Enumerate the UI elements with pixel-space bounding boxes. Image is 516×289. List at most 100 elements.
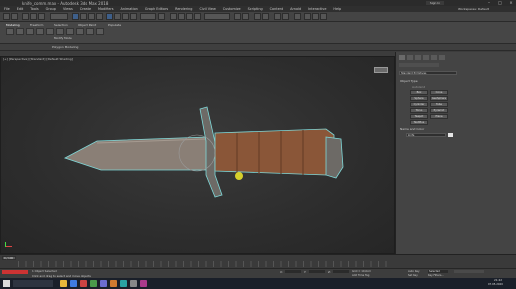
- menu-content[interactable]: Content: [270, 7, 284, 11]
- tab-freeform[interactable]: Freeform: [30, 23, 43, 27]
- ribbon-tool-8-icon[interactable]: [76, 28, 84, 35]
- menu-graph-editors[interactable]: Graph Editors: [145, 7, 168, 11]
- add-time-tag[interactable]: Add Time Tag: [352, 274, 369, 277]
- perspective-viewport[interactable]: [+] [Perspective] [Standard] [Default Sh…: [0, 56, 395, 254]
- ribbon-tool-7-icon[interactable]: [66, 28, 74, 35]
- object-color-swatch[interactable]: [448, 133, 453, 137]
- tab-object-paint[interactable]: Object Paint: [78, 23, 96, 27]
- ribbon-tool-4-icon[interactable]: [36, 28, 44, 35]
- select-object-icon[interactable]: [72, 13, 79, 20]
- rect-selection-icon[interactable]: [88, 13, 95, 20]
- create-tab-icon[interactable]: [399, 55, 405, 60]
- mirror-icon[interactable]: [234, 13, 241, 20]
- schematic-view-icon[interactable]: [282, 13, 289, 20]
- x-coord-field[interactable]: [285, 270, 301, 273]
- key-mode-dropdown[interactable]: Selected: [428, 270, 448, 273]
- explorer-taskbar-icon[interactable]: [60, 280, 67, 287]
- workspace-label[interactable]: Workspaces: Default: [458, 7, 489, 11]
- place-icon[interactable]: [130, 13, 137, 20]
- knife-model[interactable]: [1, 57, 396, 255]
- curve-editor-icon[interactable]: [274, 13, 281, 20]
- select-by-name-icon[interactable]: [80, 13, 87, 20]
- tab-modeling[interactable]: Modeling: [6, 23, 20, 27]
- polygon-modeling-label[interactable]: Polygon Modeling: [52, 45, 78, 49]
- utilities-tab-icon[interactable]: [439, 55, 445, 60]
- signin-button[interactable]: Sign In: [426, 1, 444, 5]
- menu-customize[interactable]: Customize: [223, 7, 241, 11]
- track-bar[interactable]: [18, 261, 393, 267]
- ribbon-tool-1-icon[interactable]: [6, 28, 14, 35]
- menu-arnold[interactable]: Arnold: [290, 7, 301, 11]
- redo-icon[interactable]: [11, 13, 18, 20]
- modify-mode-label[interactable]: Modify Mode: [54, 36, 72, 40]
- geosphere-button[interactable]: GeoSphere: [430, 96, 448, 101]
- ribbon-tool-9-icon[interactable]: [86, 28, 94, 35]
- modify-tab-icon[interactable]: [407, 55, 413, 60]
- windows-start-icon[interactable]: [3, 280, 10, 287]
- textplus-button[interactable]: TextPlus: [410, 120, 428, 125]
- browser-taskbar-icon[interactable]: [70, 280, 77, 287]
- menu-edit[interactable]: Edit: [17, 7, 24, 11]
- scale-icon[interactable]: [122, 13, 129, 20]
- plane-button[interactable]: Plane: [430, 114, 448, 119]
- app-taskbar-icon-8[interactable]: [130, 280, 137, 287]
- rollout-object-type[interactable]: Object Type: [400, 79, 418, 83]
- key-filters-button[interactable]: Key Filters...: [428, 274, 444, 277]
- selection-filter-icon[interactable]: [50, 13, 68, 20]
- app-taskbar-icon-4[interactable]: [90, 280, 97, 287]
- ribbon-tool-3-icon[interactable]: [26, 28, 34, 35]
- 3dsmax-taskbar-icon[interactable]: [120, 280, 127, 287]
- box-button[interactable]: Box: [410, 90, 428, 95]
- app-taskbar-icon-3[interactable]: [80, 280, 87, 287]
- menu-create[interactable]: Create: [80, 7, 91, 11]
- menu-animation[interactable]: Animation: [121, 7, 138, 11]
- cylinder-button[interactable]: Cylinder: [410, 102, 428, 107]
- menu-help[interactable]: Help: [333, 7, 341, 11]
- menu-views[interactable]: Views: [63, 7, 73, 11]
- sphere-button[interactable]: Sphere: [410, 96, 428, 101]
- window-crossing-icon[interactable]: [96, 13, 103, 20]
- render-frame-icon[interactable]: [312, 13, 319, 20]
- object-name-field[interactable]: knife: [406, 133, 446, 137]
- rollout-name-color[interactable]: Name and Color: [400, 127, 424, 131]
- menu-civil-view[interactable]: Civil View: [199, 7, 215, 11]
- menu-scripting[interactable]: Scripting: [248, 7, 263, 11]
- app-taskbar-icon-6[interactable]: [110, 280, 117, 287]
- ref-coord-icon[interactable]: [140, 13, 156, 20]
- tube-button[interactable]: Tube: [430, 102, 448, 107]
- torus-button[interactable]: Torus: [410, 108, 428, 113]
- minimize-button[interactable]: –: [485, 1, 493, 5]
- tab-populate[interactable]: Populate: [108, 23, 121, 27]
- cone-button[interactable]: Cone: [430, 90, 448, 95]
- menu-interactive[interactable]: Interactive: [308, 7, 326, 11]
- pyramid-button[interactable]: Pyramid: [430, 108, 448, 113]
- angle-snap-icon[interactable]: [178, 13, 185, 20]
- ribbon-tool-10-icon[interactable]: [96, 28, 104, 35]
- tab-selection[interactable]: Selection: [54, 23, 68, 27]
- link-icon[interactable]: [22, 13, 29, 20]
- render-icon[interactable]: [320, 13, 327, 20]
- app-taskbar-icon-5[interactable]: [100, 280, 107, 287]
- hierarchy-tab-icon[interactable]: [415, 55, 421, 60]
- percent-snap-icon[interactable]: [186, 13, 193, 20]
- time-slider[interactable]: 0 / 100: [2, 256, 16, 260]
- set-key-button[interactable]: Set Key: [408, 274, 418, 277]
- move-icon[interactable]: [106, 13, 113, 20]
- ribbon-tool-6-icon[interactable]: [56, 28, 64, 35]
- y-coord-field[interactable]: [309, 270, 325, 273]
- menu-rendering[interactable]: Rendering: [175, 7, 192, 11]
- menu-tools[interactable]: Tools: [30, 7, 38, 11]
- motion-tab-icon[interactable]: [423, 55, 429, 60]
- menu-modifiers[interactable]: Modifiers: [98, 7, 113, 11]
- rotate-icon[interactable]: [114, 13, 121, 20]
- snap-icon[interactable]: [170, 13, 177, 20]
- playback-controls[interactable]: [454, 270, 484, 273]
- maximize-button[interactable]: □: [496, 1, 504, 5]
- taskbar-search-box[interactable]: [13, 280, 53, 287]
- geometry-category-icon[interactable]: [399, 63, 439, 67]
- ribbon-toggle-icon[interactable]: [262, 13, 269, 20]
- teapot-button[interactable]: Teapot: [410, 114, 428, 119]
- layer-explorer-icon[interactable]: [254, 13, 261, 20]
- ribbon-tool-2-icon[interactable]: [16, 28, 24, 35]
- ribbon-tool-5-icon[interactable]: [46, 28, 54, 35]
